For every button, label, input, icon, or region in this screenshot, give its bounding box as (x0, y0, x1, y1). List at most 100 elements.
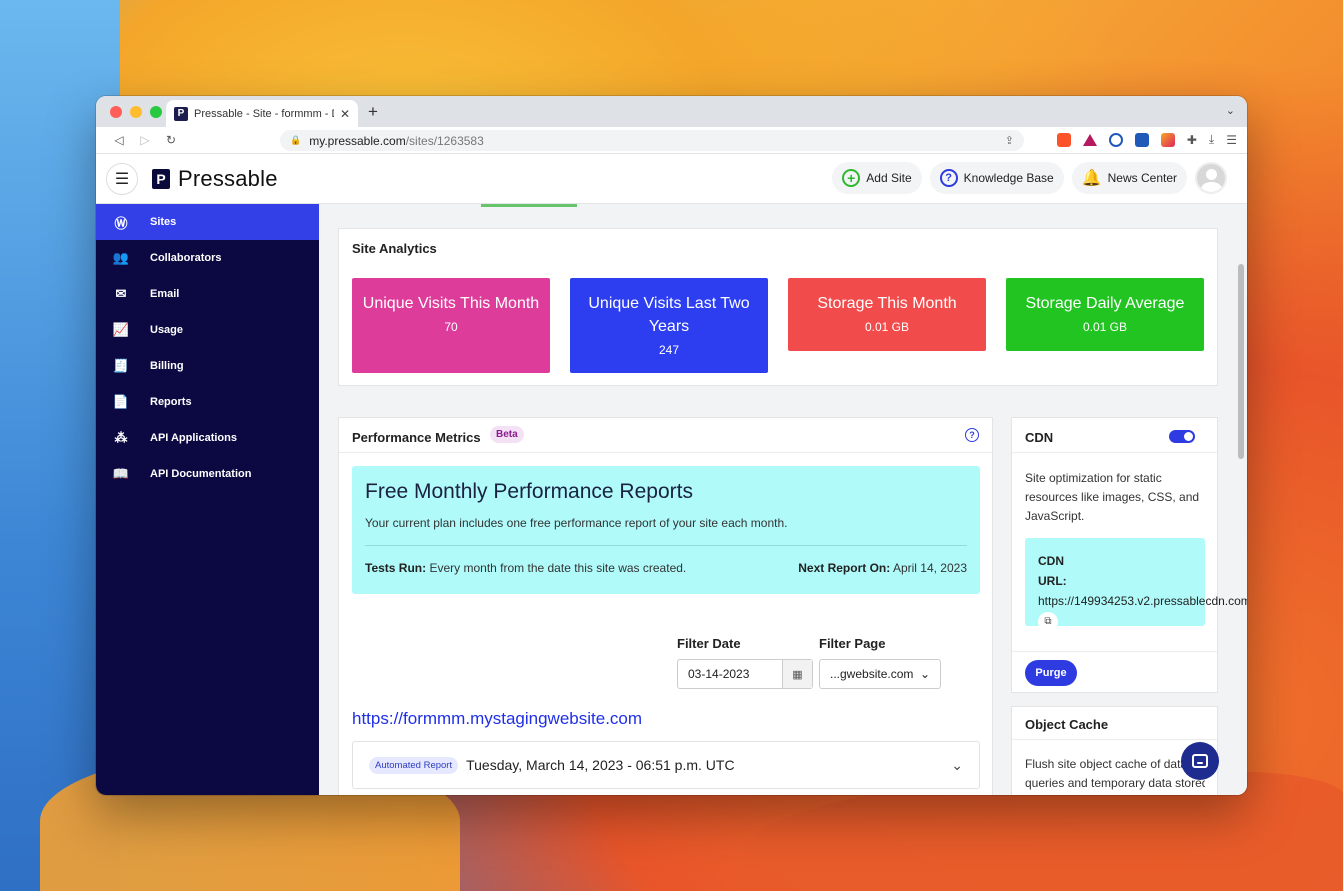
help-icon[interactable]: ? (965, 428, 979, 442)
cdn-url-label: URL: (1038, 574, 1067, 588)
avatar[interactable] (1195, 162, 1227, 194)
url-text[interactable]: my.pressable.com/sites/1263583 (309, 134, 997, 148)
puzzle-icon[interactable]: ✚ (1187, 133, 1197, 147)
calendar-icon[interactable]: ▦ (782, 660, 812, 688)
copy-icon[interactable]: ⧉ (1038, 611, 1058, 632)
card-title: CDN (1025, 430, 1054, 445)
filter-date-label: Filter Date (677, 636, 741, 651)
site-analytics-card: Site Analytics Unique Visits This Month … (338, 228, 1218, 386)
sidebar-item-billing[interactable]: 🧾 Billing (96, 348, 319, 384)
main-content: Site Analytics Unique Visits This Month … (319, 204, 1247, 795)
stat-value: 70 (444, 320, 458, 334)
cdn-url-line: URL: https://149934253.v2.pressablecdn.c… (1038, 571, 1247, 632)
divider (1012, 739, 1217, 740)
sidebar-item-usage[interactable]: 📈 Usage (96, 312, 319, 348)
active-tab-indicator (481, 204, 577, 207)
url-path: /sites/1263583 (405, 133, 484, 148)
cdn-toggle[interactable] (1169, 430, 1195, 443)
chat-launcher-button[interactable] (1181, 742, 1219, 780)
selected-page: ...gwebsite.com (830, 667, 914, 681)
report-accordion[interactable]: Automated Report Tuesday, March 14, 2023… (352, 741, 980, 789)
site-link[interactable]: https://formmm.mystagingwebsite.com (352, 709, 642, 729)
sidebar-item-api-applications[interactable]: ⁂ API Applications (96, 420, 319, 456)
maximize-window-button[interactable] (150, 106, 162, 118)
url-host: my.pressable.com (309, 133, 406, 148)
chart-icon: 📈 (112, 322, 130, 337)
browser-tab[interactable]: P Pressable - Site - formmm - Des ✕ (166, 100, 358, 127)
filter-date-input[interactable]: 03-14-2023 ▦ (677, 659, 813, 689)
sidebar-item-label: Collaborators (150, 252, 222, 264)
minimize-window-button[interactable] (130, 106, 142, 118)
reload-icon[interactable]: ↻ (158, 133, 184, 147)
app-body: Ⓦ Sites 👥 Collaborators ✉ Email 📈 Usage … (96, 204, 1247, 795)
extension-icon[interactable] (1108, 132, 1123, 147)
brave-rewards-icon[interactable] (1082, 133, 1097, 146)
chevron-down-icon[interactable]: ⌄ (951, 757, 963, 774)
brave-shield-icon[interactable] (1056, 132, 1071, 147)
back-icon[interactable]: ◁ (106, 133, 132, 147)
menu-icon[interactable]: ☰ (1226, 133, 1237, 147)
browser-window: P Pressable - Site - formmm - Des ✕ + ⌄ … (96, 96, 1247, 795)
sidebar-item-collaborators[interactable]: 👥 Collaborators (96, 240, 319, 276)
free-reports-banner: Free Monthly Performance Reports Your cu… (352, 466, 980, 594)
share-icon[interactable]: ⇪ (1005, 134, 1014, 147)
tests-run-value: Every month from the date this site was … (429, 561, 687, 575)
purge-button[interactable]: Purge (1025, 660, 1077, 686)
divider (1012, 651, 1217, 652)
sidebar-item-label: API Applications (150, 432, 237, 444)
sidebar-item-sites[interactable]: Ⓦ Sites (96, 204, 319, 240)
new-tab-button[interactable]: + (368, 102, 378, 122)
header-actions: + Add Site ? Knowledge Base 🔔 News Cente… (832, 162, 1227, 194)
scrollbar[interactable] (1238, 264, 1244, 459)
report-icon: 📄 (112, 394, 130, 409)
card-title: Site Analytics (352, 241, 437, 256)
sidebar-item-reports[interactable]: 📄 Reports (96, 384, 319, 420)
lock-icon: 🔒 (290, 135, 302, 145)
sidebar-item-label: Sites (150, 216, 177, 228)
filter-page-select[interactable]: ...gwebsite.com ⌄ (819, 659, 941, 689)
tab-close-icon[interactable]: ✕ (340, 107, 350, 121)
close-window-button[interactable] (110, 106, 122, 118)
cdn-url-value[interactable]: https://149934253.v2.pressablecdn.com/ (1038, 594, 1247, 608)
wordpress-icon: Ⓦ (114, 215, 128, 231)
tab-search-icon[interactable]: ⌄ (1226, 104, 1235, 117)
logo-mark: P (152, 168, 170, 189)
stat-value: 247 (658, 343, 680, 357)
automated-report-badge: Automated Report (369, 756, 459, 774)
logo[interactable]: P Pressable (152, 166, 278, 192)
chat-icon (1192, 754, 1208, 768)
divider (339, 452, 992, 453)
stat-value: 0.01 GB (864, 320, 910, 334)
stat-label: Storage Daily Average (1025, 295, 1185, 312)
download-icon[interactable]: ⤓ (1209, 132, 1214, 147)
next-report-text: Next Report On: April 14, 2023 (798, 561, 967, 575)
stat-unique-visits-two-years: Unique Visits Last Two Years 247 (570, 278, 768, 373)
sidebar-item-email[interactable]: ✉ Email (96, 276, 319, 312)
mail-icon: ✉ (115, 286, 127, 301)
browser-toolbar: ◁ ▷ ↻ 🔒 my.pressable.com/sites/1263583 ⇪… (96, 127, 1247, 154)
sidebar-item-label: Email (150, 288, 180, 300)
banner-subtitle: Your current plan includes one free perf… (365, 516, 788, 530)
card-title: Object Cache (1025, 717, 1109, 732)
tests-run-text: Tests Run: Every month from the date thi… (365, 561, 686, 575)
address-bar[interactable]: 🔒 my.pressable.com/sites/1263583 ⇪ (280, 130, 1024, 151)
news-center-button[interactable]: 🔔 News Center (1071, 162, 1187, 194)
bell-icon: 🔔 (1081, 170, 1102, 187)
knowledge-base-button[interactable]: ? Knowledge Base (929, 162, 1064, 194)
news-center-label: News Center (1107, 171, 1177, 185)
extension-icon[interactable] (1160, 132, 1175, 147)
cdn-url-box: CDN URL: https://149934253.v2.pressablec… (1025, 538, 1247, 632)
add-site-button[interactable]: + Add Site (832, 162, 922, 194)
tests-run-label: Tests Run: (365, 561, 427, 575)
sidebar-item-label: API Documentation (150, 468, 252, 480)
chevron-down-icon: ⌄ (919, 667, 930, 681)
sidebar-item-api-documentation[interactable]: 📖 API Documentation (96, 456, 319, 492)
report-date: Tuesday, March 14, 2023 - 06:51 p.m. UTC (466, 757, 735, 773)
object-cache-line: Flush site object cache of datab (1025, 757, 1194, 771)
object-cache-line: queries and temporary data stored (1025, 776, 1205, 790)
forward-icon[interactable]: ▷ (132, 133, 158, 147)
extensions-bar: ✚ ⤓ ☰ (1056, 132, 1237, 147)
users-icon: 👥 (112, 250, 130, 265)
hamburger-menu-icon[interactable]: ☰ (106, 162, 138, 195)
extension-icon[interactable] (1134, 132, 1149, 147)
